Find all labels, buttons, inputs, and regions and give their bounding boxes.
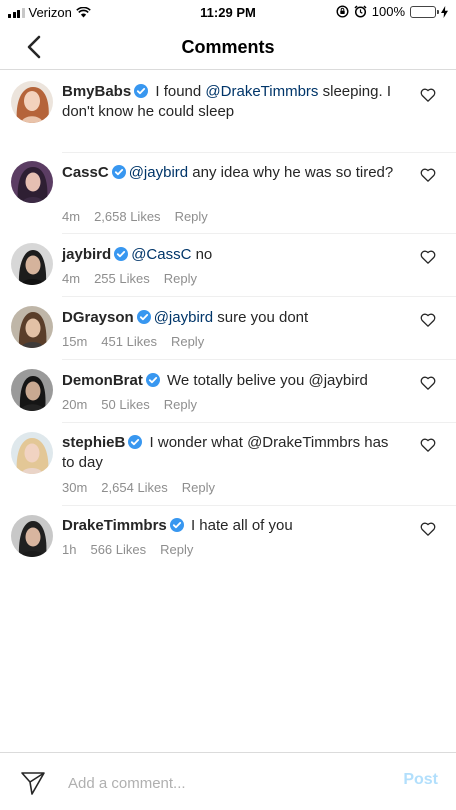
like-heart-icon[interactable] [420,167,436,183]
comment-likes[interactable]: 2,658 Likes [94,209,161,224]
verified-badge-icon [134,84,149,98]
mention-link[interactable]: @jaybird [154,309,213,326]
avatar[interactable] [11,515,53,557]
comment-body: I hate all of you [186,517,293,534]
comment-composer: Post [0,752,456,810]
like-heart-icon[interactable] [420,87,436,103]
comment-username[interactable]: DrakeTimmbrs [62,517,167,534]
verified-badge-icon [128,435,143,449]
orientation-lock-icon [336,5,349,18]
comment-item: CassC @jaybird any idea why he was so tir… [0,153,456,233]
mention-link[interactable]: @jaybird [129,164,188,181]
comment-time: 4m [62,209,81,224]
comment-time: 30m [62,480,88,495]
battery-percent: 100% [371,4,405,19]
reply-button[interactable]: Reply [164,271,197,286]
comment-item: DGrayson @jaybird sure you dont 15m 451 Li… [0,297,456,359]
like-heart-icon[interactable] [420,437,436,453]
comment-body: sure you dont [213,309,309,326]
comment-text: DemonBrat We totally belive you @jaybird [62,371,402,391]
like-heart-icon[interactable] [420,521,436,537]
comment-time: 1h [62,542,77,557]
comment-text: stephieB I wonder what @DrakeTimmbrs has… [62,433,402,473]
comment-item: stephieB I wonder what @DrakeTimmbrs has… [0,423,456,505]
comment-meta: 20m 50 Likes Reply [62,397,211,412]
verified-badge-icon [136,310,151,324]
charging-bolt-icon [441,5,448,18]
verified-badge-icon [111,165,126,179]
comment-username[interactable]: stephieB [62,434,125,451]
avatar[interactable] [11,161,53,203]
reply-button[interactable]: Reply [160,542,193,557]
comment-text: BmyBabs I found @DrakeTimmbrs sleeping. … [62,82,402,122]
comment-time: 4m [62,271,81,286]
comment-item: jaybird @CassC no 4m 255 Likes Reply [0,234,456,296]
comment-likes[interactable]: 255 Likes [94,271,150,286]
direct-send-icon[interactable] [20,770,46,796]
like-heart-icon[interactable] [420,375,436,391]
comment-username[interactable]: CassC [62,164,109,181]
like-heart-icon[interactable] [420,249,436,265]
avatar[interactable] [11,369,53,411]
mention-link[interactable]: @CassC [131,246,191,263]
avatar[interactable] [11,306,53,348]
comment-meta: 1h 566 Likes Reply [62,542,207,557]
avatar[interactable] [11,81,53,123]
verified-badge-icon [169,518,184,532]
like-heart-icon[interactable] [420,312,436,328]
avatar[interactable] [11,243,53,285]
comment-item: DemonBrat We totally belive you @jaybird… [0,360,456,422]
comment-likes[interactable]: 50 Likes [101,397,149,412]
comment-meta: 4m 2,658 Likes Reply [62,209,222,224]
comment-meta: 4m 255 Likes Reply [62,271,211,286]
page-title: Comments [181,37,275,57]
avatar[interactable] [11,432,53,474]
comment-meta: 15m 451 Likes Reply [62,334,218,349]
post-button[interactable]: Post [403,771,438,789]
alarm-icon [354,5,367,18]
comment-username[interactable]: BmyBabs [62,83,131,100]
comment-username[interactable]: DemonBrat [62,372,143,389]
reply-button[interactable]: Reply [171,334,204,349]
comment-text: DrakeTimmbrs I hate all of you [62,516,402,536]
comment-meta: 30m 2,654 Likes Reply [62,480,229,495]
nav-bar: Comments [0,24,456,70]
comment-username[interactable]: DGrayson [62,309,134,326]
comment-item: BmyBabs I found @DrakeTimmbrs sleeping. … [0,70,456,152]
comment-text: DGrayson @jaybird sure you dont [62,308,402,328]
comment-likes[interactable]: 2,654 Likes [101,480,168,495]
comment-body: I found [151,83,206,100]
verified-badge-icon [145,373,160,387]
comment-item: DrakeTimmbrs I hate all of you 1h 566 Lik… [0,506,456,568]
verified-badge-icon [114,247,129,261]
comment-text: jaybird @CassC no [62,245,402,265]
comment-body: We totally belive you @jaybird [162,372,368,389]
reply-button[interactable]: Reply [182,480,215,495]
status-right-group: 100% [336,4,448,19]
comment-time: 20m [62,397,88,412]
comment-likes[interactable]: 451 Likes [101,334,157,349]
reply-button[interactable]: Reply [175,209,208,224]
comment-text: CassC @jaybird any idea why he was so tir… [62,163,402,183]
comment-input[interactable] [68,770,368,796]
status-bar: Verizon 11:29 PM 100% [0,0,456,24]
battery-icon [410,5,439,18]
comment-username[interactable]: jaybird [62,246,111,263]
comment-likes[interactable]: 566 Likes [90,542,146,557]
comment-body: any idea why he was so tired? [188,164,394,181]
mention-link[interactable]: @DrakeTimmbrs [205,83,318,100]
comment-body: no [191,246,213,263]
comment-time: 15m [62,334,88,349]
reply-button[interactable]: Reply [164,397,197,412]
